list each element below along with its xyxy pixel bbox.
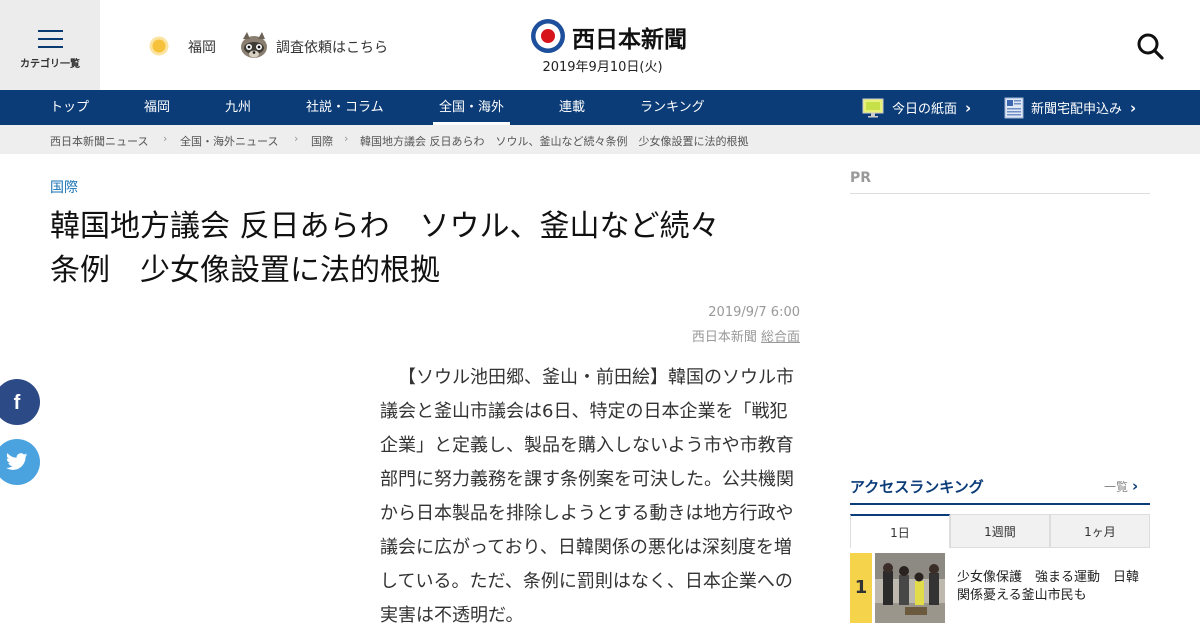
twitter-icon <box>6 453 28 470</box>
subscribe-link[interactable]: 新聞宅配申込み › <box>1004 90 1136 125</box>
weather-city[interactable]: 福岡 <box>188 37 216 57</box>
access-ranking-title: アクセスランキング <box>850 478 984 496</box>
search-icon[interactable] <box>1136 32 1164 60</box>
source-name: 西日本新聞 <box>691 330 757 345</box>
hamburger-icon <box>38 30 63 48</box>
investigation-request-link[interactable]: 調査依頼はこちら <box>276 37 388 57</box>
tab-1day[interactable]: 1日 <box>850 514 950 548</box>
source-page-link[interactable]: 総合面 <box>761 330 800 345</box>
nav-item-top[interactable]: トップ <box>50 90 89 125</box>
chevron-right-icon: › <box>965 98 972 117</box>
site-header: カテゴリ一覧 福岡 調査依頼はこちら 西日本新聞 2019年9月10日(火) <box>0 0 1200 90</box>
newspaper-icon <box>1004 97 1024 118</box>
pr-label: PR <box>850 170 872 186</box>
nav-item-national-overseas[interactable]: 全国・海外 <box>432 90 511 125</box>
nav-item-editorial-column[interactable]: 社説・コラム <box>306 90 384 125</box>
nav-item-kyushu[interactable]: 九州 <box>225 90 251 125</box>
today-paper-label: 今日の紙面 <box>892 102 958 117</box>
category-menu-label: カテゴリ一覧 <box>20 59 80 70</box>
publish-date: 2019/9/7 6:00 <box>708 305 800 320</box>
article-title-line-2: 条例 少女像設置に法的根拠 <box>50 253 440 288</box>
news-photo <box>875 553 945 623</box>
article-title-line-1: 韓国地方議会 反日あらわ ソウル、釜山など続々 <box>50 209 720 244</box>
chevron-right-icon: › <box>163 132 168 145</box>
subscribe-label: 新聞宅配申込み <box>1031 102 1123 117</box>
sunny-weather-icon <box>149 36 169 56</box>
chevron-right-icon: › <box>1132 477 1139 495</box>
divider <box>850 503 1150 505</box>
logo-text: 西日本新聞 <box>572 26 687 53</box>
tab-1month[interactable]: 1ヶ月 <box>1050 514 1150 548</box>
today-paper-link[interactable]: 今日の紙面 › <box>862 90 971 125</box>
ranking-headline[interactable]: 少女像保護 強まる運動 日韓関係憂える釜山市民も <box>957 569 1147 605</box>
breadcrumb-home[interactable]: 西日本新聞ニュース <box>50 133 148 149</box>
facebook-icon: f <box>13 392 21 414</box>
nav-item-ranking[interactable]: ランキング <box>640 90 705 125</box>
publish-source: 西日本新聞 総合面 <box>600 326 800 345</box>
article-title: 韓国地方議会 反日あらわ ソウル、釜山など続々 条例 少女像設置に法的根拠 <box>50 205 810 293</box>
ranking-more-link[interactable]: 一覧 › <box>1104 477 1138 495</box>
facebook-share-button[interactable]: f <box>0 379 40 425</box>
divider <box>850 193 1150 194</box>
twitter-share-button[interactable] <box>0 439 40 485</box>
chevron-right-icon: › <box>344 132 349 145</box>
raccoon-mascot-icon <box>241 32 267 58</box>
article-category[interactable]: 国際 <box>50 177 78 197</box>
rank-number: 1 <box>850 553 872 623</box>
chevron-right-icon: › <box>1130 98 1137 117</box>
ranking-thumbnail[interactable] <box>875 553 945 623</box>
ranking-more-label: 一覧 <box>1104 480 1129 494</box>
site-logo[interactable]: 西日本新聞 <box>530 18 687 54</box>
article-body: 【ソウル池田郷、釜山・前田絵】韓国のソウル市議会と釜山市議会は6日、特定の日本企… <box>380 367 794 626</box>
newspaper-monitor-icon <box>862 98 884 117</box>
category-menu-button[interactable]: カテゴリ一覧 <box>0 0 100 90</box>
global-nav: トップ 福岡 九州 社説・コラム 全国・海外 連載 ランキング 今日の紙面 › … <box>0 90 1200 125</box>
nav-item-series[interactable]: 連載 <box>559 90 585 125</box>
breadcrumb-international[interactable]: 国際 <box>311 133 333 149</box>
nav-item-fukuoka[interactable]: 福岡 <box>144 90 170 125</box>
logo-mark-icon <box>531 19 565 53</box>
header-date: 2019年9月10日(火) <box>542 60 663 75</box>
breadcrumb-national-overseas[interactable]: 全国・海外ニュース <box>180 133 278 149</box>
breadcrumb-current: 韓国地方議会 反日あらわ ソウル、釜山など続々条例 少女像設置に法的根拠 <box>360 135 749 148</box>
chevron-right-icon: › <box>294 132 299 145</box>
breadcrumb: 西日本新聞ニュース › 全国・海外ニュース › 国際 › 韓国地方議会 反日あら… <box>0 125 1200 154</box>
tab-1week[interactable]: 1週間 <box>950 514 1050 548</box>
